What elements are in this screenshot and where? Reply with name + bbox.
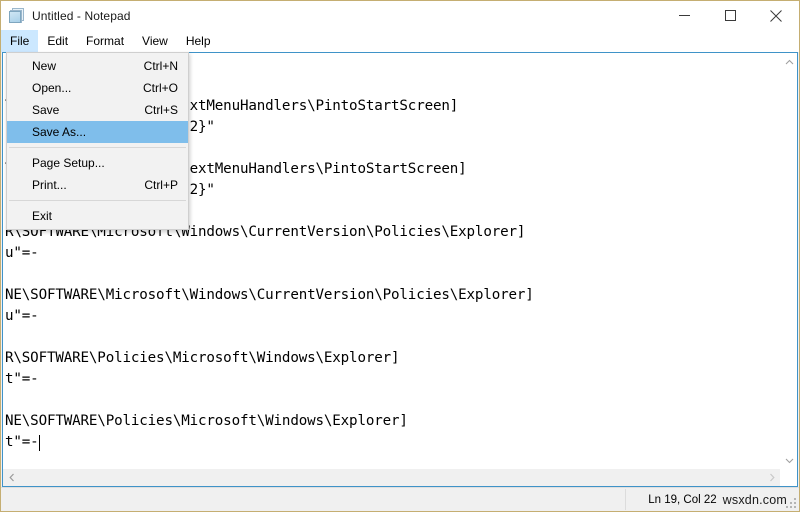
menu-bar: File Edit Format View Help [1, 30, 799, 52]
file-menu-item-save[interactable]: Save Ctrl+S [7, 99, 188, 121]
file-menu-item-save-as[interactable]: Save As... [7, 121, 188, 143]
vertical-scrollbar[interactable] [780, 53, 797, 469]
title-bar[interactable]: Untitled - Notepad [1, 1, 799, 30]
menu-item-label: Page Setup... [32, 156, 105, 170]
menu-item-label: Open... [32, 81, 72, 95]
menu-item-label: Exit [32, 209, 53, 223]
maximize-button[interactable] [707, 1, 753, 30]
menu-item-view[interactable]: View [133, 30, 177, 52]
file-menu-item-open[interactable]: Open... Ctrl+O [7, 77, 188, 99]
notepad-icon [9, 7, 25, 24]
menu-separator [9, 147, 186, 148]
window-controls [661, 1, 799, 30]
menu-item-label: New [32, 59, 57, 73]
chevron-right-icon[interactable] [763, 469, 780, 486]
close-icon [770, 9, 782, 22]
menu-item-shortcut: Ctrl+N [143, 59, 178, 73]
minimize-icon [678, 15, 690, 16]
menu-item-label: Save [32, 103, 60, 117]
window-title: Untitled - Notepad [32, 8, 131, 23]
file-menu-item-page-setup[interactable]: Page Setup... [7, 152, 188, 174]
notepad-window: Untitled - Notepad File Edit Format View… [0, 0, 800, 512]
menu-item-label: Save As... [32, 125, 87, 139]
chevron-down-icon[interactable] [781, 452, 797, 469]
watermark-text: wsxdn.com [722, 492, 787, 507]
menu-item-label: Print... [32, 178, 67, 192]
minimize-button[interactable] [661, 1, 707, 30]
resize-grip[interactable] [786, 498, 796, 508]
file-menu-item-exit[interactable]: Exit [7, 205, 188, 227]
menu-item-help[interactable]: Help [177, 30, 220, 52]
menu-separator [9, 200, 186, 201]
chevron-up-icon[interactable] [781, 53, 797, 70]
file-menu-item-new[interactable]: New Ctrl+N [7, 55, 188, 77]
chevron-left-icon[interactable] [3, 469, 20, 486]
status-position: Ln 19, Col 22 [648, 493, 717, 506]
status-bar: Ln 19, Col 22 wsxdn.com [1, 487, 799, 511]
menu-item-shortcut: Ctrl+S [144, 103, 178, 117]
menu-item-edit[interactable]: Edit [38, 30, 77, 52]
menu-item-shortcut: Ctrl+O [142, 81, 178, 95]
horizontal-scrollbar[interactable] [3, 469, 780, 486]
text-caret [38, 435, 40, 451]
close-button[interactable] [753, 1, 799, 30]
status-divider [625, 489, 626, 510]
menu-item-format[interactable]: Format [77, 30, 133, 52]
file-dropdown-menu: New Ctrl+N Open... Ctrl+O Save Ctrl+S Save As.… [6, 52, 189, 230]
file-menu-item-print[interactable]: Print... Ctrl+P [7, 174, 188, 196]
menu-item-shortcut: Ctrl+P [144, 178, 178, 192]
menu-item-file[interactable]: File [1, 30, 39, 52]
scrollbar-corner [780, 469, 797, 486]
maximize-icon [724, 10, 736, 21]
